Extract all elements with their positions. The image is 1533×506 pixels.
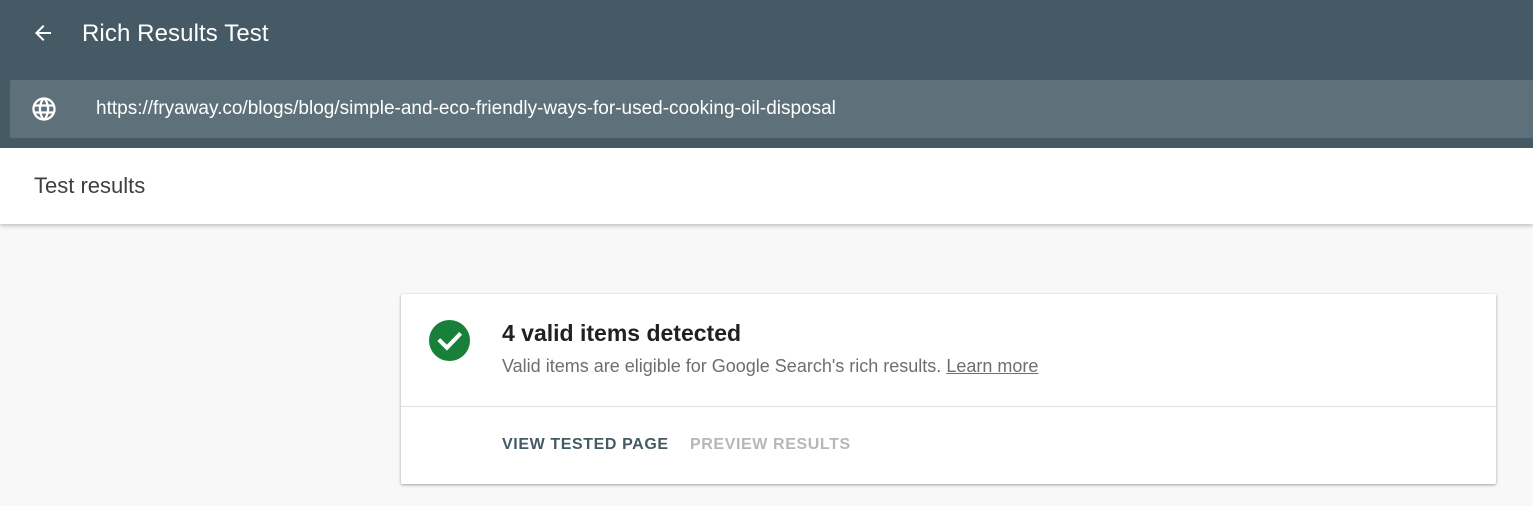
preview-results-button: PREVIEW RESULTS — [690, 436, 851, 453]
result-card: 4 valid items detected Valid items are e… — [401, 294, 1496, 484]
back-button[interactable] — [28, 18, 58, 48]
globe-icon — [32, 97, 56, 121]
url-input[interactable] — [96, 80, 1496, 138]
page-title: Test results — [34, 173, 146, 198]
app-header: Rich Results Test — [0, 0, 1533, 148]
results-subheader: Test results — [0, 148, 1533, 224]
learn-more-link[interactable]: Learn more — [946, 356, 1038, 376]
result-description-text: Valid items are eligible for Google Sear… — [502, 356, 942, 376]
arrow-left-icon — [35, 25, 51, 41]
url-bar[interactable] — [10, 80, 1533, 138]
view-tested-page-button[interactable]: VIEW TESTED PAGE — [502, 434, 669, 456]
result-description: Valid items are eligible for Google Sear… — [502, 355, 1038, 377]
app-title: Rich Results Test — [82, 20, 269, 47]
check-circle-icon — [429, 320, 470, 361]
result-title: 4 valid items detected — [502, 320, 742, 346]
card-divider — [401, 406, 1496, 407]
